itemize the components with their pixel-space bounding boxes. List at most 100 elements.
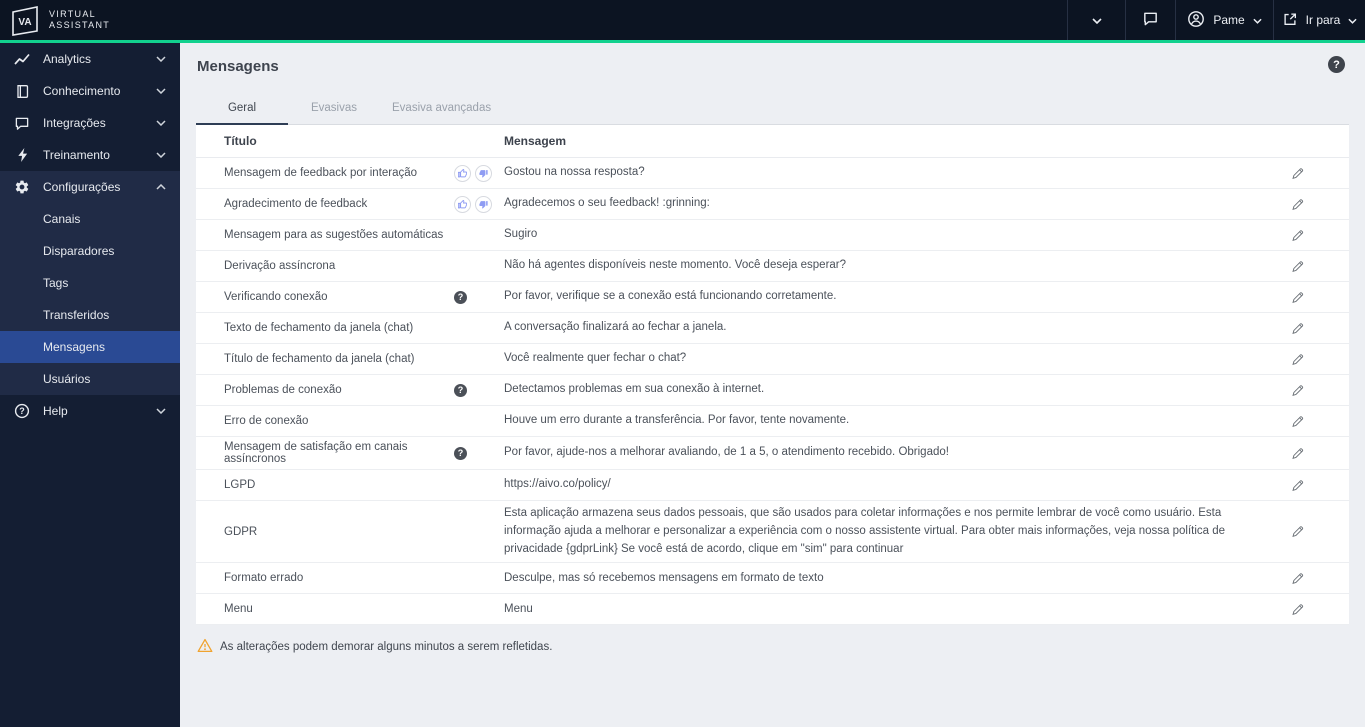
edit-button[interactable] bbox=[1291, 447, 1304, 460]
edit-button[interactable] bbox=[1291, 229, 1304, 242]
thumbs-down-icon[interactable] bbox=[475, 164, 492, 182]
sidebar-item-analytics[interactable]: Analytics bbox=[0, 43, 180, 75]
sidebar-subitem-disparadores[interactable]: Disparadores bbox=[0, 235, 180, 267]
row-message: Por favor, ajude-nos a melhorar avaliand… bbox=[504, 446, 949, 459]
row-message: Gostou na nossa resposta? bbox=[504, 166, 645, 179]
tab-evasivas[interactable]: Evasivas bbox=[288, 94, 380, 124]
messages-table-body: Mensagem de feedback por interação Gostou… bbox=[196, 158, 1349, 626]
chevron-down-icon bbox=[156, 120, 166, 126]
edit-button[interactable] bbox=[1291, 322, 1304, 335]
chevron-up-icon bbox=[156, 184, 166, 190]
edit-button[interactable] bbox=[1291, 260, 1304, 273]
row-message: Houve um erro durante a transferência. P… bbox=[504, 414, 850, 427]
row-title: Agradecimento de feedback bbox=[224, 198, 368, 210]
sidebar-item-label: Integrações bbox=[43, 116, 106, 130]
sidebar-item-treinamento[interactable]: Treinamento bbox=[0, 139, 180, 171]
table-row: Título de fechamento da janela (chat) Voc… bbox=[196, 344, 1349, 375]
edit-button[interactable] bbox=[1291, 198, 1304, 211]
edit-button[interactable] bbox=[1291, 415, 1304, 428]
column-header-mensagem: Mensagem bbox=[504, 133, 567, 148]
row-help-icon[interactable]: ? bbox=[454, 383, 467, 397]
row-help-icon[interactable]: ? bbox=[454, 290, 467, 304]
sidebar-subitem-transferidos[interactable]: Transferidos bbox=[0, 299, 180, 331]
thumbs-up-icon[interactable] bbox=[454, 164, 471, 182]
sidebar-item-conhecimento[interactable]: Conhecimento bbox=[0, 75, 180, 107]
row-title: Formato errado bbox=[224, 572, 304, 585]
table-row: Texto de fechamento da janela (chat) A co… bbox=[196, 313, 1349, 344]
sidebar-group-configuracoes: Configurações Canais Disparadores Tags Trans… bbox=[0, 171, 180, 395]
table-row: Mensagem de satisfação em canais assíncr… bbox=[196, 437, 1349, 470]
main-content: Mensagens ? Geral Evasivas Evasiva avançad… bbox=[180, 43, 1365, 727]
table-row: Mensagem para as sugestões automáticas Su… bbox=[196, 220, 1349, 251]
messages-table: Título Mensagem Mensagem de feedback por… bbox=[196, 125, 1349, 626]
sidebar-nav: Analytics Conhecimento Integrações Treiname… bbox=[0, 43, 180, 727]
row-title: Mensagem para as sugestões automáticas bbox=[224, 229, 444, 241]
external-link-icon bbox=[1282, 11, 1298, 30]
row-message: Agradecemos o seu feedback! :grinning: bbox=[504, 197, 710, 210]
app-logo: VA VIRTUAL ASSISTANT bbox=[0, 4, 110, 36]
column-header-titulo: Título bbox=[224, 134, 257, 148]
table-row: Mensagem de feedback por interação Gostou… bbox=[196, 158, 1349, 189]
table-row: LGPD https://aivo.co/policy/ bbox=[196, 470, 1349, 501]
sidebar-item-label: Analytics bbox=[43, 52, 92, 66]
row-icons: ? bbox=[454, 383, 504, 397]
edit-button[interactable] bbox=[1291, 525, 1304, 538]
book-icon bbox=[14, 83, 30, 99]
row-message: A conversação finalizará ao fechar a jan… bbox=[504, 321, 727, 334]
edit-button[interactable] bbox=[1291, 167, 1304, 180]
sidebar-subitem-mensagens[interactable]: Mensagens bbox=[0, 331, 180, 363]
row-message: Esta aplicação armazena seus dados pesso… bbox=[504, 507, 1226, 555]
edit-button[interactable] bbox=[1291, 572, 1304, 585]
user-menu-button[interactable]: Pame bbox=[1175, 0, 1273, 40]
table-row: GDPR Esta aplicação armazena seus dados p… bbox=[196, 501, 1349, 564]
tab-bar: Geral Evasivas Evasiva avançadas bbox=[196, 94, 1349, 125]
edit-button[interactable] bbox=[1291, 384, 1304, 397]
thumbs-down-icon[interactable] bbox=[475, 195, 492, 213]
edit-button[interactable] bbox=[1291, 479, 1304, 492]
edit-button[interactable] bbox=[1291, 291, 1304, 304]
sidebar-subitem-usuarios[interactable]: Usuários bbox=[0, 363, 180, 395]
help-icon: ? bbox=[14, 403, 30, 419]
row-title: Derivação assíncrona bbox=[224, 260, 336, 272]
go-to-button[interactable]: Ir para bbox=[1273, 0, 1365, 40]
sidebar-item-label: Conhecimento bbox=[43, 84, 121, 98]
sidebar-item-help[interactable]: ? Help bbox=[0, 395, 180, 427]
topbar-dropdown-button[interactable] bbox=[1067, 0, 1125, 40]
chevron-down-icon bbox=[1091, 13, 1102, 27]
row-title: Menu bbox=[224, 603, 253, 616]
table-row: Problemas de conexão? Detectamos problema… bbox=[196, 375, 1349, 406]
row-help-icon[interactable]: ? bbox=[454, 446, 467, 460]
row-message: Desculpe, mas só recebemos mensagens em … bbox=[504, 571, 824, 584]
row-message: Sugiro bbox=[504, 228, 538, 241]
sidebar-item-integracoes[interactable]: Integrações bbox=[0, 107, 180, 139]
sidebar-item-configuracoes[interactable]: Configurações bbox=[0, 171, 180, 203]
page-title: Mensagens bbox=[197, 58, 279, 75]
row-message: Não há agentes disponíveis neste momento… bbox=[504, 259, 847, 272]
bolt-icon bbox=[14, 147, 30, 163]
table-row: Menu Menu bbox=[196, 594, 1349, 626]
svg-text:VA: VA bbox=[18, 17, 31, 28]
go-to-label: Ir para bbox=[1305, 13, 1341, 27]
sidebar-subitem-canais[interactable]: Canais bbox=[0, 203, 180, 235]
sidebar-item-label: Configurações bbox=[43, 180, 121, 194]
row-icons bbox=[454, 164, 504, 182]
chevron-down-icon bbox=[156, 152, 166, 158]
gear-icon bbox=[14, 179, 30, 195]
chevron-down-icon bbox=[156, 88, 166, 94]
edit-button[interactable] bbox=[1291, 603, 1304, 616]
topbar-chat-button[interactable] bbox=[1125, 0, 1175, 40]
tab-evasiva-avancadas[interactable]: Evasiva avançadas bbox=[380, 94, 503, 124]
row-message: Menu bbox=[504, 602, 533, 615]
thumbs-up-icon[interactable] bbox=[454, 195, 471, 213]
page-help-icon[interactable]: ? bbox=[1328, 56, 1345, 73]
chevron-down-icon bbox=[1348, 13, 1357, 27]
row-message: Por favor, verifique se a conexão está f… bbox=[504, 290, 837, 303]
edit-button[interactable] bbox=[1291, 353, 1304, 366]
table-row: Erro de conexão Houve um erro durante a t… bbox=[196, 406, 1349, 437]
sidebar-item-label: Treinamento bbox=[43, 148, 110, 162]
footer-note-text: As alterações podem demorar alguns minut… bbox=[220, 641, 553, 654]
tab-geral[interactable]: Geral bbox=[196, 94, 288, 125]
user-name: Pame bbox=[1213, 13, 1245, 27]
table-row: Verificando conexão? Por favor, verifique… bbox=[196, 282, 1349, 313]
sidebar-subitem-tags[interactable]: Tags bbox=[0, 267, 180, 299]
